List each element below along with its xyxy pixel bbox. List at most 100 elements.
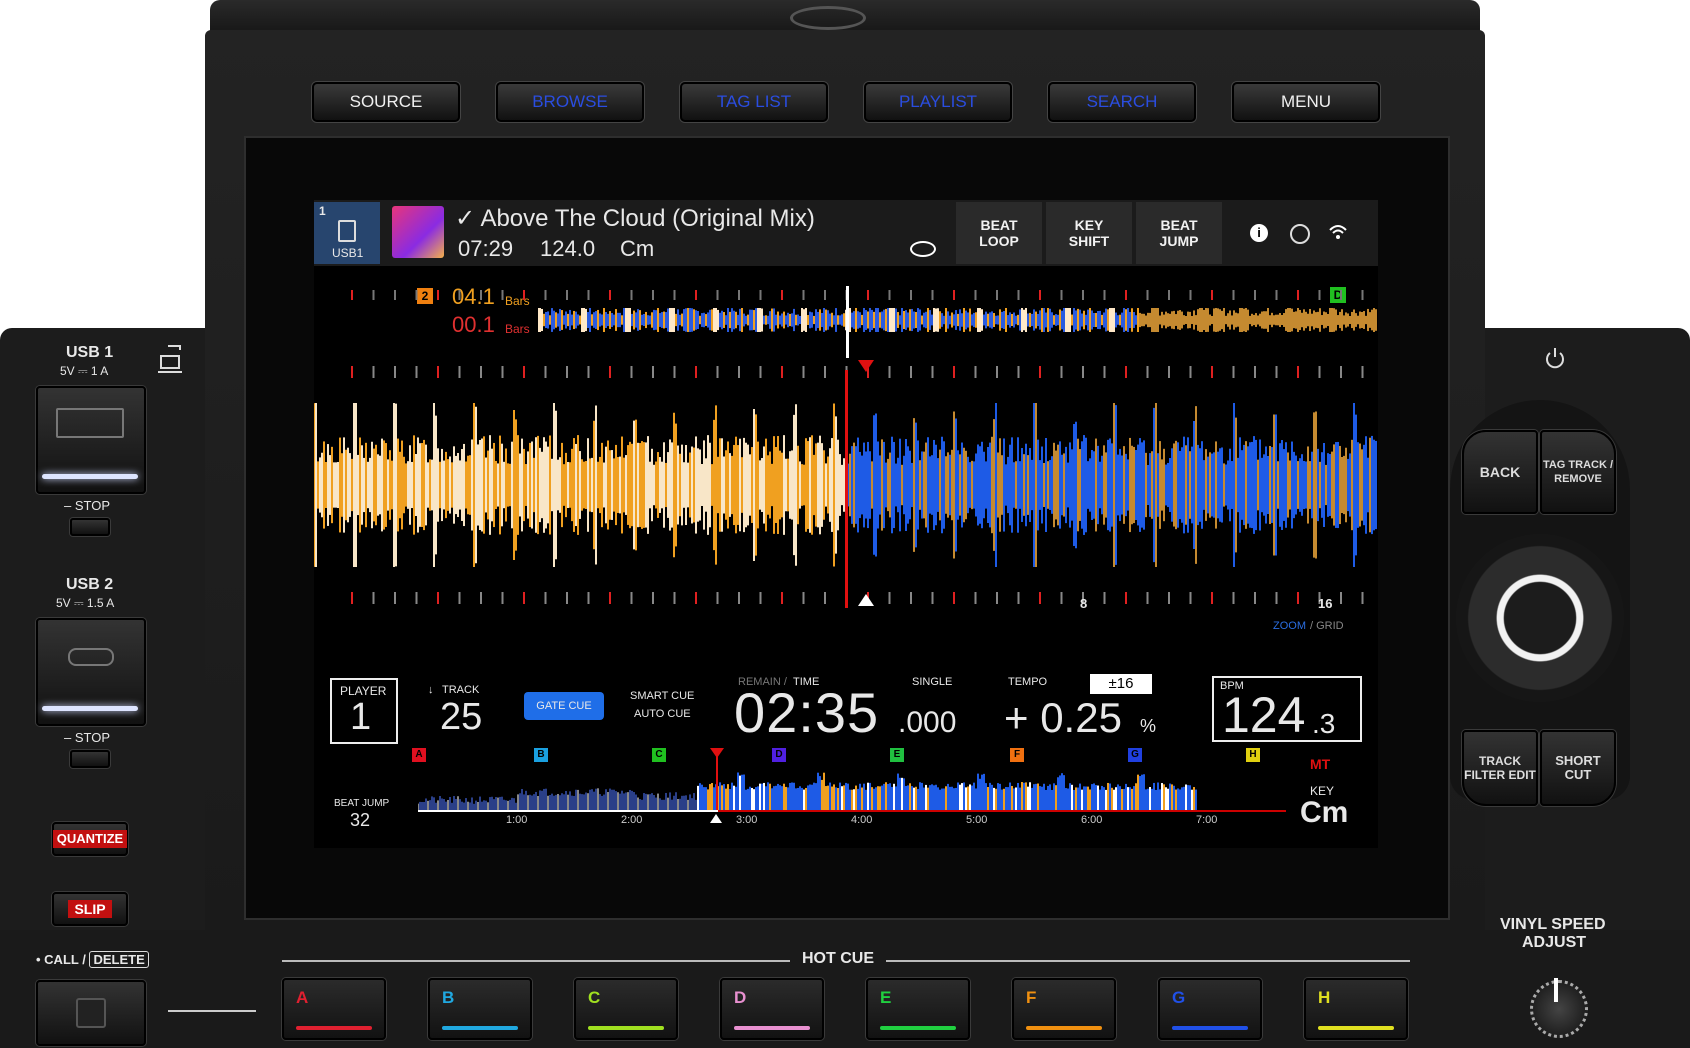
laptop-icon <box>158 344 184 380</box>
timeline-played <box>418 810 718 812</box>
hot-cue-pad-f[interactable]: F <box>1012 978 1116 1040</box>
playhead-line <box>845 370 848 608</box>
grid-label[interactable]: / GRID <box>1310 620 1344 632</box>
pad-color-bar <box>442 1026 518 1030</box>
eye-icon[interactable] <box>910 241 936 257</box>
usb2-stop-button[interactable] <box>70 750 110 768</box>
auto-cue-label: AUTO CUE <box>634 708 691 720</box>
timeline-cue-d: D <box>772 748 786 762</box>
key-value: Cm <box>1300 796 1349 829</box>
usb2-stop-label: – STOP <box>64 730 111 745</box>
timeline-cue-h: H <box>1246 748 1260 762</box>
timeline-tick: 4:00 <box>851 814 873 826</box>
source-button[interactable]: SOURCE <box>312 82 460 122</box>
vinyl-speed-knob[interactable] <box>1530 980 1588 1038</box>
usb2-indicator <box>42 706 138 711</box>
pad-label: B <box>442 988 455 1007</box>
tag-track-button[interactable]: TAG TRACK / REMOVE <box>1540 430 1616 514</box>
call-button[interactable] <box>36 980 146 1046</box>
track-filter-button[interactable]: TRACK FILTER EDIT <box>1462 730 1538 806</box>
bpm-main: 124 <box>1222 687 1306 743</box>
timeline-cue-a: A <box>412 748 426 762</box>
hot-cue-pad-d[interactable]: D <box>720 978 824 1040</box>
tempo-label: TEMPO <box>1008 676 1048 688</box>
pad-label: F <box>1026 988 1037 1007</box>
single-label: SINGLE <box>912 676 953 688</box>
vinyl-speed-label: VINYL SPEED <box>1500 916 1606 933</box>
master-tempo-label: MT <box>1310 756 1331 772</box>
hot-cue-pad-g[interactable]: G <box>1158 978 1262 1040</box>
timeline-tick: 3:00 <box>736 814 758 826</box>
hot-cue-title: HOT CUE <box>790 950 886 968</box>
back-button[interactable]: BACK <box>1462 430 1538 514</box>
beat-8-label: 8 <box>1080 596 1088 611</box>
tempo-unit: % <box>1140 716 1157 736</box>
timeline-tick: 1:00 <box>506 814 528 826</box>
key-shift-button[interactable]: KEY SHIFT <box>1046 202 1132 264</box>
pad-color-bar <box>1026 1026 1102 1030</box>
timeline-tick: 5:00 <box>966 814 988 826</box>
timeline-tick: 2:00 <box>621 814 643 826</box>
hot-cue-strip <box>0 930 1690 1048</box>
pad-label: A <box>296 988 309 1007</box>
cue-marker-bottom <box>858 594 874 606</box>
track-key: Cm <box>620 236 655 261</box>
zoom-label[interactable]: ZOOM <box>1273 620 1306 632</box>
beat-jump-button[interactable]: BEAT JUMP <box>1136 202 1222 264</box>
timeline-cue-bottom <box>710 814 722 823</box>
usb1-spec: 5V ⎓ 1 A <box>60 364 109 378</box>
gate-cue-button[interactable]: GATE CUE <box>524 692 604 720</box>
smart-cue-label: SMART CUE <box>630 690 695 702</box>
track-overview-waveform[interactable] <box>418 764 1258 812</box>
pad-color-bar <box>734 1026 810 1030</box>
pad-color-bar <box>1318 1026 1394 1030</box>
call-delete-label: • CALL / DELETE <box>36 951 149 968</box>
track-title: ✓ Above The Cloud (Original Mix) <box>455 205 815 232</box>
quantize-button[interactable]: QUANTIZE <box>52 822 128 856</box>
divider-line <box>168 1010 256 1012</box>
browse-button[interactable]: BROWSE <box>496 82 644 122</box>
timeline-cue-top <box>710 748 724 758</box>
hot-cue-pad-h[interactable]: H <box>1304 978 1408 1040</box>
pad-color-bar <box>1172 1026 1248 1030</box>
pad-label: E <box>880 988 892 1007</box>
playlist-button[interactable]: PLAYLIST <box>864 82 1012 122</box>
rotary-selector[interactable] <box>1456 534 1624 702</box>
timeline-tick: 7:00 <box>1196 814 1218 826</box>
overview-waveform[interactable] <box>538 308 1378 332</box>
tag-list-button[interactable]: TAG LIST <box>680 82 828 122</box>
usb1-stop-button[interactable] <box>70 518 110 536</box>
tempo-range-badge[interactable]: ±16 <box>1090 674 1152 694</box>
pad-label: D <box>734 988 747 1007</box>
album-art <box>392 206 444 258</box>
slip-button[interactable]: SLIP <box>52 892 128 926</box>
power-icon[interactable] <box>1544 344 1566 370</box>
hot-cue-pad-a[interactable]: A <box>282 978 386 1040</box>
menu-button[interactable]: MENU <box>1232 82 1380 122</box>
cue-marker-top <box>858 360 874 372</box>
hot-cue-pad-b[interactable]: B <box>428 978 532 1040</box>
call-button-face <box>76 998 106 1028</box>
short-cut-button[interactable]: SHORT CUT <box>1540 730 1616 806</box>
vinyl-speed-label-2: ADJUST <box>1522 934 1587 951</box>
beat-loop-button[interactable]: BEAT LOOP <box>956 202 1042 264</box>
hot-cue-pad-e[interactable]: E <box>866 978 970 1040</box>
track-time: 07:29 <box>458 236 514 261</box>
info-icon[interactable]: i <box>1250 224 1268 242</box>
wifi-icon[interactable] <box>1328 222 1348 242</box>
player-number: 1 <box>350 696 372 738</box>
download-icon: ↓ <box>428 684 434 696</box>
search-button[interactable]: SEARCH <box>1048 82 1196 122</box>
pad-color-bar <box>880 1026 956 1030</box>
track-number: 25 <box>440 696 483 738</box>
beat-jump-value: 32 <box>350 810 371 830</box>
usb2-spec: 5V ⎓ 1.5 A <box>56 596 115 610</box>
brand-logo <box>790 6 866 30</box>
beat-jump-label: BEAT JUMP <box>334 798 390 809</box>
globe-icon[interactable] <box>1290 224 1310 244</box>
hot-cue-pad-c[interactable]: C <box>574 978 678 1040</box>
bpm-decimal: .3 <box>1312 708 1336 739</box>
pad-label: C <box>588 988 601 1007</box>
knob-indicator <box>1554 978 1558 1002</box>
time-ms: .000 <box>898 706 957 739</box>
